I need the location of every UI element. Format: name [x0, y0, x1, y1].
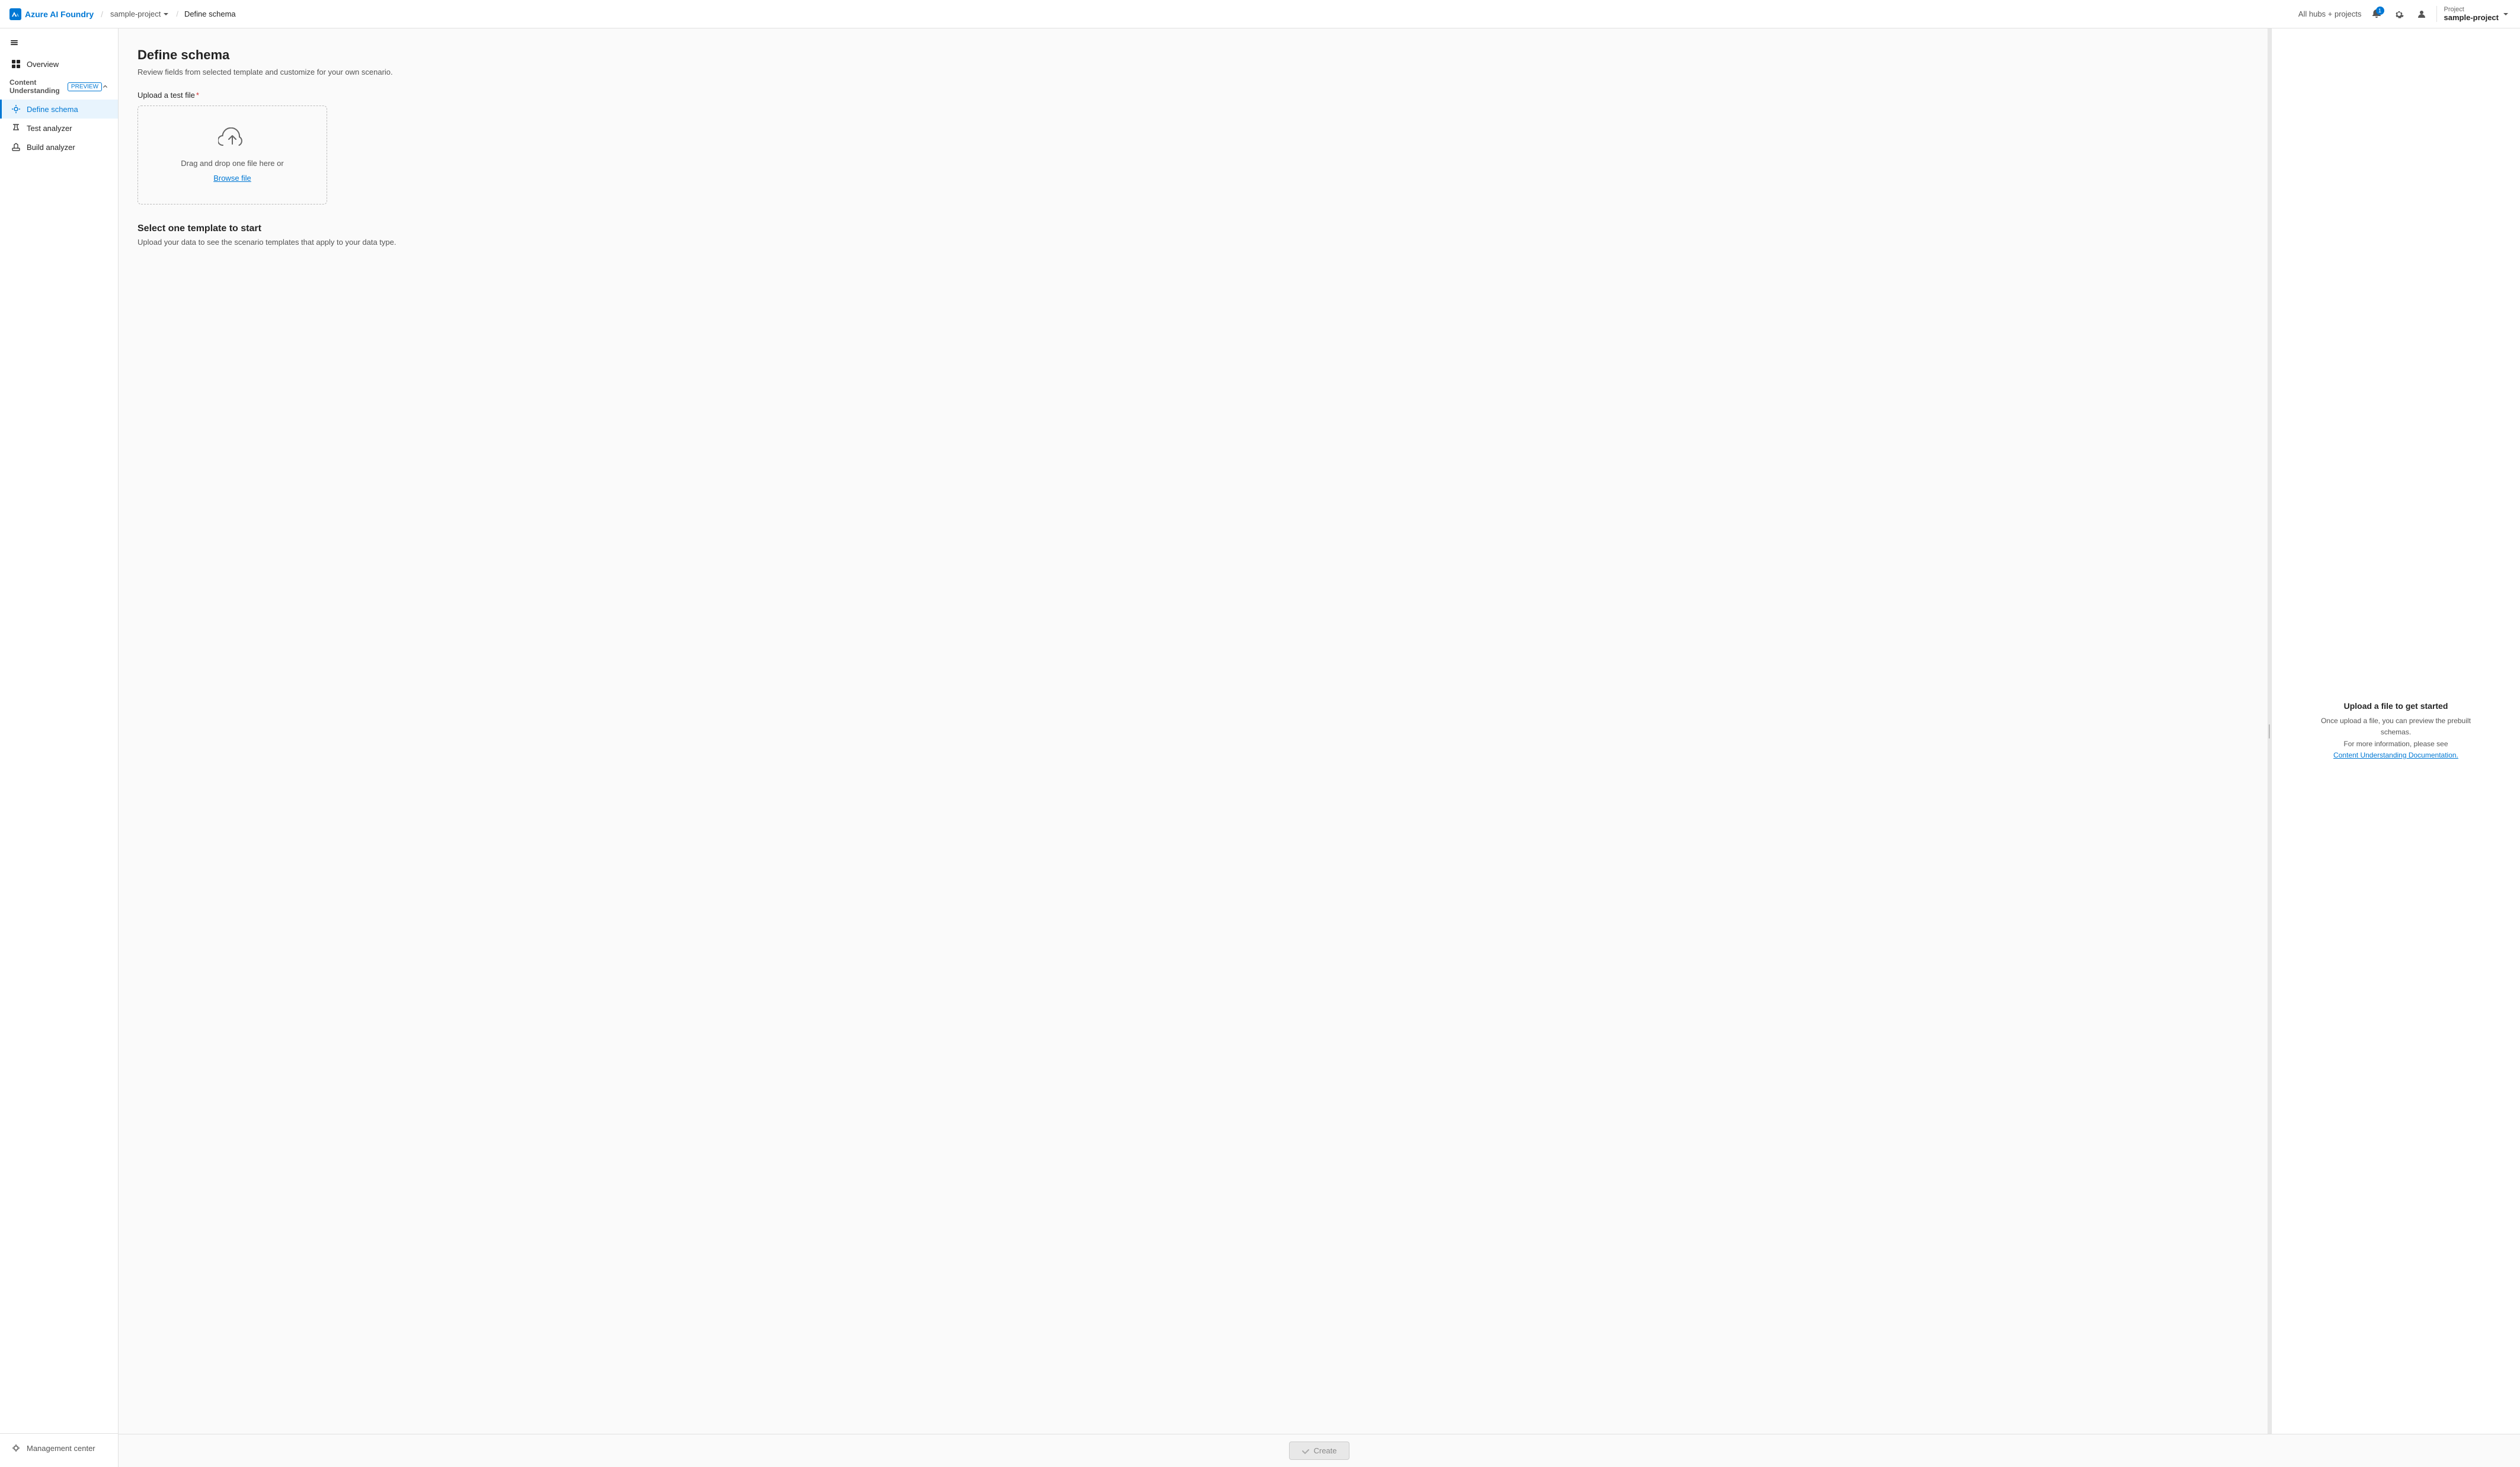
- main-content: Define schema Review fields from selecte…: [119, 28, 2520, 1434]
- bottom-bar: Create: [119, 1434, 2520, 1467]
- person-icon: [2416, 9, 2427, 20]
- preview-empty-state: Upload a file to get started Once upload…: [2313, 701, 2479, 761]
- template-section-subtitle: Upload your data to see the scenario tem…: [137, 238, 2249, 247]
- sidebar-item-label: Define schema: [27, 105, 78, 114]
- sidebar-collapse-button[interactable]: [5, 36, 24, 50]
- breadcrumb-project[interactable]: sample-project: [110, 9, 170, 18]
- preview-badge: PREVIEW: [68, 82, 102, 91]
- upload-area[interactable]: Drag and drop one file here or Browse fi…: [137, 106, 327, 204]
- define-schema-icon: [11, 104, 21, 114]
- topbar-left: Azure AI Foundry / sample-project / Defi…: [9, 8, 236, 20]
- collapse-icon: [9, 38, 19, 47]
- sidebar-item-label: Overview: [27, 60, 59, 69]
- sidebar-management-label: Management center: [27, 1444, 95, 1453]
- preview-panel: Upload a file to get started Once upload…: [2271, 28, 2520, 1434]
- logo-icon: [9, 8, 21, 20]
- required-marker: *: [196, 91, 199, 100]
- chevron-up-icon: [102, 82, 108, 91]
- expand-icon[interactable]: [2501, 9, 2511, 19]
- topbar: Azure AI Foundry / sample-project / Defi…: [0, 0, 2520, 28]
- all-hubs-link[interactable]: All hubs + projects: [2298, 9, 2362, 18]
- project-name: sample-project: [2444, 13, 2499, 22]
- sidebar-item-test-analyzer[interactable]: Test analyzer: [0, 119, 118, 138]
- sidebar-item-build-analyzer[interactable]: Build analyzer: [0, 138, 118, 156]
- test-analyzer-icon: [11, 123, 21, 133]
- drag-drop-text: Drag and drop one file here or: [181, 159, 283, 168]
- overview-icon: [11, 59, 21, 69]
- sidebar-item-overview[interactable]: Overview: [0, 55, 118, 73]
- breadcrumb-current: Define schema: [184, 9, 236, 18]
- sidebar-group-header[interactable]: Content Understanding PREVIEW: [0, 73, 118, 100]
- preview-empty-title: Upload a file to get started: [2313, 701, 2479, 711]
- sidebar-item-management[interactable]: Management center: [0, 1439, 118, 1458]
- content-panel: Define schema Review fields from selecte…: [119, 28, 2268, 1434]
- preview-empty-text: Once upload a file, you can preview the …: [2313, 715, 2479, 761]
- project-label: Project: [2444, 6, 2499, 13]
- gear-icon: [2394, 9, 2404, 20]
- sidebar: Overview Content Understanding PREVIEW D…: [0, 28, 119, 1467]
- project-info: Project sample-project: [2436, 6, 2511, 22]
- notification-badge: 1: [2376, 7, 2384, 15]
- create-button[interactable]: Create: [1289, 1442, 1349, 1460]
- sidebar-item-define-schema[interactable]: Define schema: [0, 100, 118, 119]
- app-logo[interactable]: Azure AI Foundry: [9, 8, 94, 20]
- management-icon: [11, 1443, 21, 1453]
- breadcrumb-sep1: /: [101, 9, 103, 19]
- app-name: Azure AI Foundry: [25, 9, 94, 19]
- breadcrumb: sample-project / Define schema: [110, 9, 236, 18]
- sidebar-section-label: Content Understanding: [9, 78, 63, 95]
- upload-label: Upload a test file*: [137, 91, 2249, 100]
- build-analyzer-icon: [11, 142, 21, 152]
- documentation-link[interactable]: Content Understanding Documentation.: [2333, 751, 2458, 759]
- upload-cloud-icon: [218, 127, 247, 153]
- check-icon: [1301, 1447, 1310, 1455]
- chevron-down-icon: [162, 10, 170, 18]
- topbar-right: All hubs + projects 1 Project sample-pro…: [2298, 6, 2511, 22]
- settings-button[interactable]: [2391, 7, 2407, 22]
- sidebar-item-label: Test analyzer: [27, 124, 72, 133]
- sidebar-item-label: Build analyzer: [27, 143, 75, 152]
- page-title: Define schema: [137, 47, 2249, 63]
- main: Define schema Review fields from selecte…: [119, 28, 2520, 1467]
- template-section-title: Select one template to start: [137, 223, 2249, 234]
- notifications-button[interactable]: 1: [2369, 7, 2384, 22]
- browse-file-link[interactable]: Browse file: [213, 174, 251, 183]
- page-subtitle: Review fields from selected template and…: [137, 68, 2249, 76]
- sidebar-bottom: Management center: [0, 1433, 118, 1462]
- app-body: Overview Content Understanding PREVIEW D…: [0, 28, 2520, 1467]
- account-button[interactable]: [2414, 7, 2429, 22]
